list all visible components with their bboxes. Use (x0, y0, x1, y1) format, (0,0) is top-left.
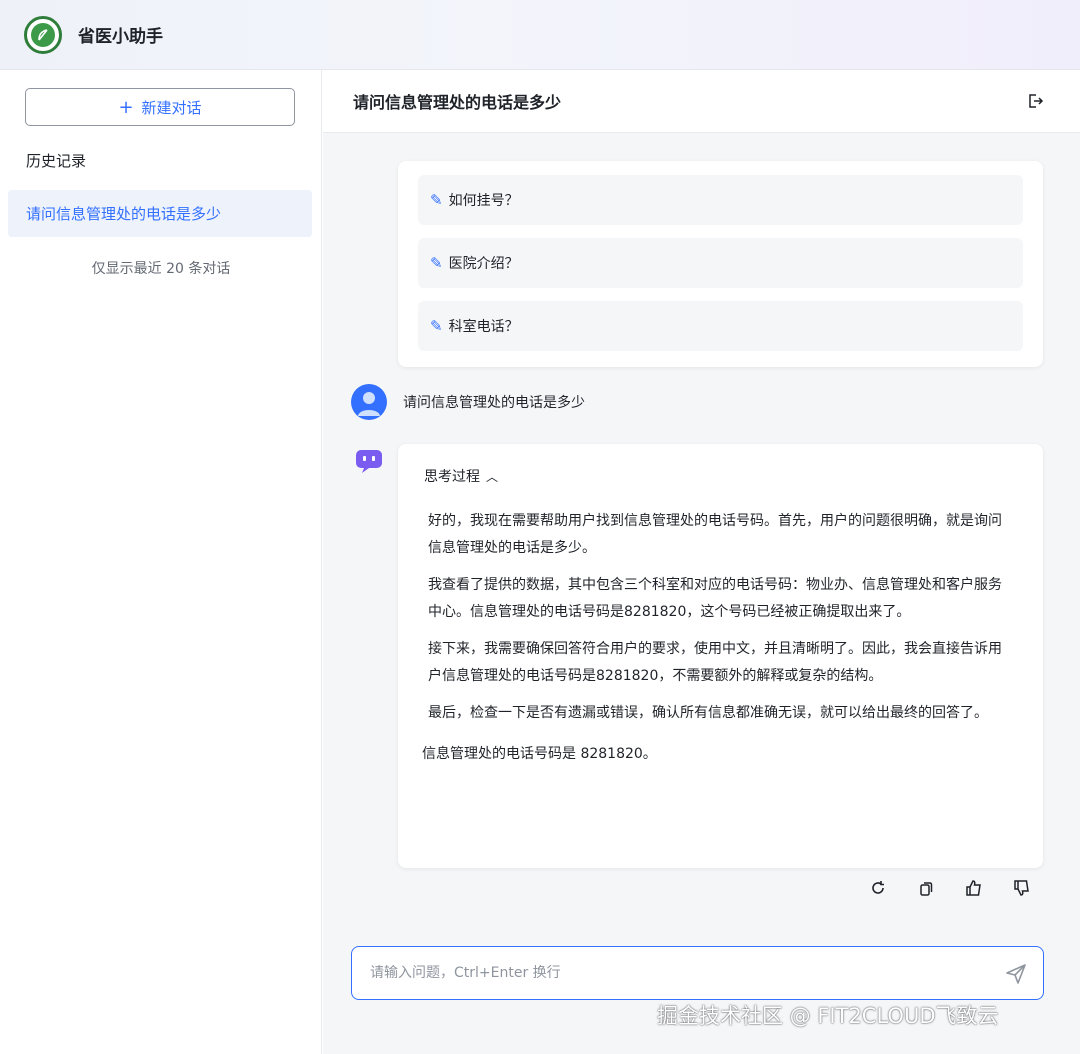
thumbs-down-icon[interactable] (1012, 878, 1032, 898)
chat-header: 请问信息管理处的电话是多少 (323, 70, 1080, 133)
history-item-label: 请问信息管理处的电话是多少 (26, 205, 222, 223)
suggestion-item[interactable]: ✎ 如何挂号？ (418, 175, 1023, 225)
suggestion-label: 医院介绍？ (448, 256, 519, 272)
app-title: 省医小助手 (78, 27, 163, 47)
regenerate-icon[interactable] (868, 878, 888, 898)
suggestion-label: 如何挂号？ (448, 193, 519, 209)
send-icon[interactable] (1005, 963, 1027, 985)
thinking-toggle[interactable]: 思考过程 ︿ (424, 466, 1019, 486)
suggestion-item[interactable]: ✎ 科室电话？ (418, 301, 1023, 351)
thinking-label: 思考过程 (424, 469, 480, 485)
thinking-paragraph: 我查看了提供的数据，其中包含三个科室和对应的电话号码：物业办、信息管理处和客户服… (428, 577, 1002, 620)
history-title: 历史记录 (26, 152, 87, 170)
suggestion-item[interactable]: ✎ 医院介绍？ (418, 238, 1023, 288)
robot-avatar-icon (356, 450, 382, 473)
thinking-paragraph: 接下来，我需要确保回答符合用户的要求，使用中文，并且清晰明了。因此，我会直接告诉… (428, 641, 1002, 684)
question-input-box[interactable] (351, 946, 1044, 1000)
suggestion-label: 科室电话？ (448, 319, 519, 335)
user-message: 请问信息管理处的电话是多少 (403, 395, 585, 411)
logout-icon[interactable] (1026, 92, 1044, 110)
pen-icon: ✎ (430, 191, 443, 209)
thinking-paragraph: 好的，我现在需要帮助用户找到信息管理处的电话号码。首先，用户的问题很明确，就是询… (428, 513, 1002, 556)
watermark: 掘金技术社区 @ FIT2CLOUD飞致云 (657, 1004, 999, 1028)
leaf-logo-icon (24, 15, 62, 54)
history-item[interactable]: 请问信息管理处的电话是多少 (8, 190, 312, 237)
sidebar: + 新建对话 历史记录 请问信息管理处的电话是多少 仅显示最近 20 条对话 (0, 70, 322, 1054)
user-message-row: 请问信息管理处的电话是多少 (351, 384, 585, 420)
plus-icon: + (118, 96, 134, 118)
copy-icon[interactable] (916, 878, 936, 898)
final-answer: 信息管理处的电话号码是 8281820。 (422, 746, 657, 762)
chevron-up-icon: ︿ (486, 470, 499, 484)
chat-main: 请问信息管理处的电话是多少 ✎ 如何挂号？ ✎ 医院介绍？ ✎ 科室电话？ 请问… (323, 70, 1080, 1054)
chat-title: 请问信息管理处的电话是多少 (353, 93, 562, 112)
answer-card: 思考过程 ︿ 好的，我现在需要帮助用户找到信息管理处的电话号码。首先，用户的问题很… (398, 444, 1043, 868)
thinking-paragraph: 最后，检查一下是否有遗漏或错误，确认所有信息都准确无误，就可以给出最终的回答了。 (428, 705, 988, 721)
suggestions-card: ✎ 如何挂号？ ✎ 医院介绍？ ✎ 科室电话？ (398, 161, 1043, 367)
thumbs-up-icon[interactable] (964, 878, 984, 898)
question-input[interactable] (370, 965, 970, 981)
pen-icon: ✎ (430, 254, 443, 272)
top-bar: 省医小助手 (0, 0, 1080, 70)
answer-actions (868, 878, 1060, 898)
new-chat-button[interactable]: + 新建对话 (25, 88, 295, 126)
pen-icon: ✎ (430, 317, 443, 335)
new-chat-label: 新建对话 (141, 98, 202, 117)
user-avatar-icon (351, 384, 387, 420)
thinking-content: 好的，我现在需要帮助用户找到信息管理处的电话号码。首先，用户的问题很明确，就是询… (422, 508, 1019, 727)
history-note: 仅显示最近 20 条对话 (91, 261, 231, 277)
